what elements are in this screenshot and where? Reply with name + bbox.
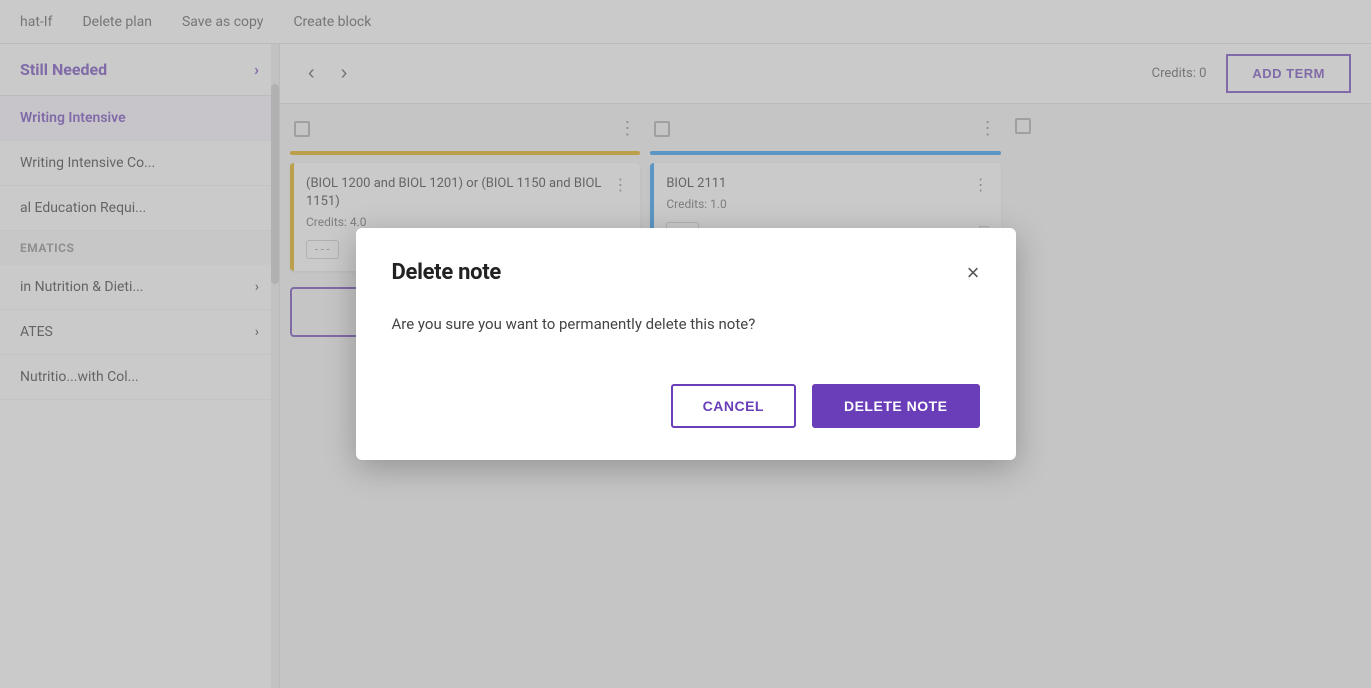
modal-overlay[interactable]: Delete note × Are you sure you want to p… <box>0 0 1371 688</box>
modal-title: Delete note <box>392 260 501 285</box>
delete-note-button[interactable]: DELETE NOTE <box>812 384 980 428</box>
delete-note-modal: Delete note × Are you sure you want to p… <box>356 228 1016 460</box>
modal-body-text: Are you sure you want to permanently del… <box>392 313 980 336</box>
cancel-button[interactable]: CANCEL <box>671 384 796 428</box>
modal-close-button[interactable]: × <box>967 262 980 284</box>
modal-footer: CANCEL DELETE NOTE <box>392 384 980 428</box>
modal-header: Delete note × <box>392 260 980 285</box>
